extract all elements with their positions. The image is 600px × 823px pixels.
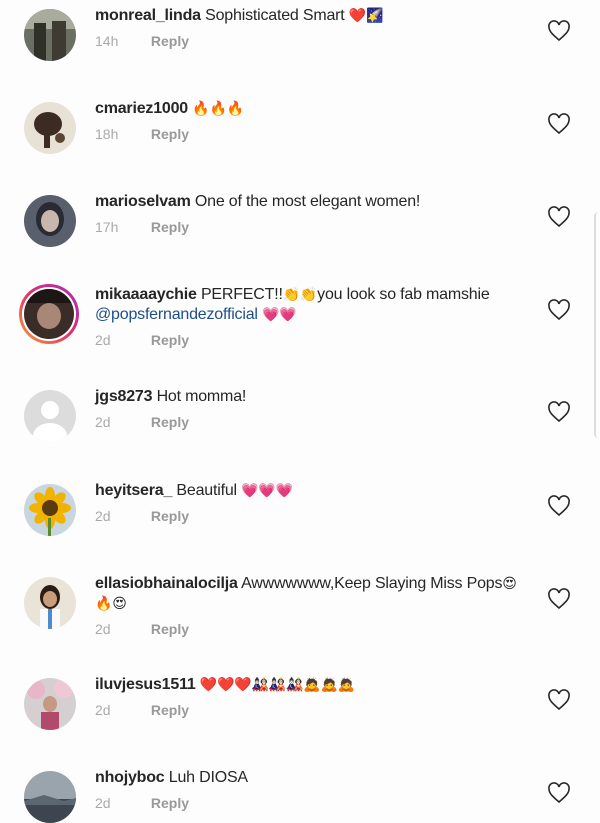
heart-icon[interactable]: [547, 113, 571, 135]
comment-body-2: you look so fab mamshie: [317, 286, 490, 303]
reply-button[interactable]: Reply: [151, 414, 189, 430]
reply-button[interactable]: Reply: [151, 219, 189, 235]
heart-icon[interactable]: [547, 782, 571, 804]
reply-button[interactable]: Reply: [151, 795, 189, 811]
comment-emoji: 🔥🔥🔥: [192, 101, 244, 117]
comment-body: One of the most elegant women!: [194, 193, 421, 210]
comment-time: 2d: [95, 621, 111, 637]
avatar[interactable]: [24, 102, 76, 154]
avatar[interactable]: [24, 390, 76, 442]
comment-body: PERFECT!!: [200, 286, 283, 303]
comment-username[interactable]: heyitsera_: [95, 482, 172, 499]
comment-body: Beautiful: [176, 482, 237, 499]
comment-emoji: ❤️❤️❤️🎎🎎🎎🙇🙇🙇: [199, 677, 355, 693]
comment-username[interactable]: nhojyboc: [95, 769, 165, 786]
reply-button[interactable]: Reply: [151, 702, 189, 718]
avatar[interactable]: [24, 577, 76, 629]
comment-emoji: 💗💗💗: [241, 483, 293, 499]
comment-emoji: ❤️🌠: [348, 8, 384, 24]
comment-body: Hot momma!: [156, 388, 247, 405]
reply-button[interactable]: Reply: [151, 621, 189, 637]
comment-username[interactable]: jgs8273: [95, 388, 153, 405]
reply-button[interactable]: Reply: [151, 508, 189, 524]
comment-body: Sophisticated Smart: [205, 7, 345, 24]
avatar[interactable]: [24, 771, 76, 823]
comment-time: 2d: [95, 508, 111, 524]
comment-emoji: 👏👏: [282, 287, 318, 303]
heart-icon[interactable]: [547, 689, 571, 711]
comment-time: 2d: [95, 332, 111, 348]
comment-emoji-2: 💗💗: [262, 307, 297, 323]
heart-icon[interactable]: [547, 495, 571, 517]
comment-username[interactable]: cmariez1000: [95, 100, 188, 117]
comment-username[interactable]: mikaaaaychie: [95, 286, 197, 303]
comment-time: 2d: [95, 702, 111, 718]
comment-username[interactable]: ellasiobhainalocilja: [95, 575, 238, 592]
comment-username[interactable]: iluvjesus1511: [95, 676, 196, 693]
comment-time: 2d: [95, 795, 111, 811]
comment-text: monreal_linda Sophisticated Smart ❤️🌠: [95, 6, 535, 26]
avatar[interactable]: [24, 195, 76, 247]
comment-body: Luh DIOSA: [168, 769, 248, 786]
heart-icon[interactable]: [547, 401, 571, 423]
comment-time: 17h: [95, 219, 119, 235]
comment-username[interactable]: marioselvam: [95, 193, 191, 210]
comment-time: 18h: [95, 126, 119, 142]
scrollbar[interactable]: [594, 212, 600, 438]
heart-icon[interactable]: [547, 206, 571, 228]
heart-icon[interactable]: [547, 20, 571, 42]
avatar[interactable]: [24, 9, 76, 61]
reply-button[interactable]: Reply: [151, 33, 189, 49]
comment-time: 2d: [95, 414, 111, 430]
reply-button[interactable]: Reply: [151, 126, 189, 142]
comment-username[interactable]: monreal_linda: [95, 7, 201, 24]
comment-emoji: 😍: [502, 576, 517, 592]
mention-link[interactable]: @popsfernandezofficial: [95, 306, 258, 323]
comment-body: Awwwwwww,Keep Slaying Miss Pops: [241, 575, 503, 592]
heart-icon[interactable]: [547, 299, 571, 321]
avatar[interactable]: [19, 284, 79, 344]
comment-emoji-2: 🔥😍: [95, 596, 127, 612]
comment-time: 14h: [95, 33, 119, 49]
avatar[interactable]: [24, 484, 76, 536]
reply-button[interactable]: Reply: [151, 332, 189, 348]
heart-icon[interactable]: [547, 588, 571, 610]
avatar[interactable]: [24, 678, 76, 730]
